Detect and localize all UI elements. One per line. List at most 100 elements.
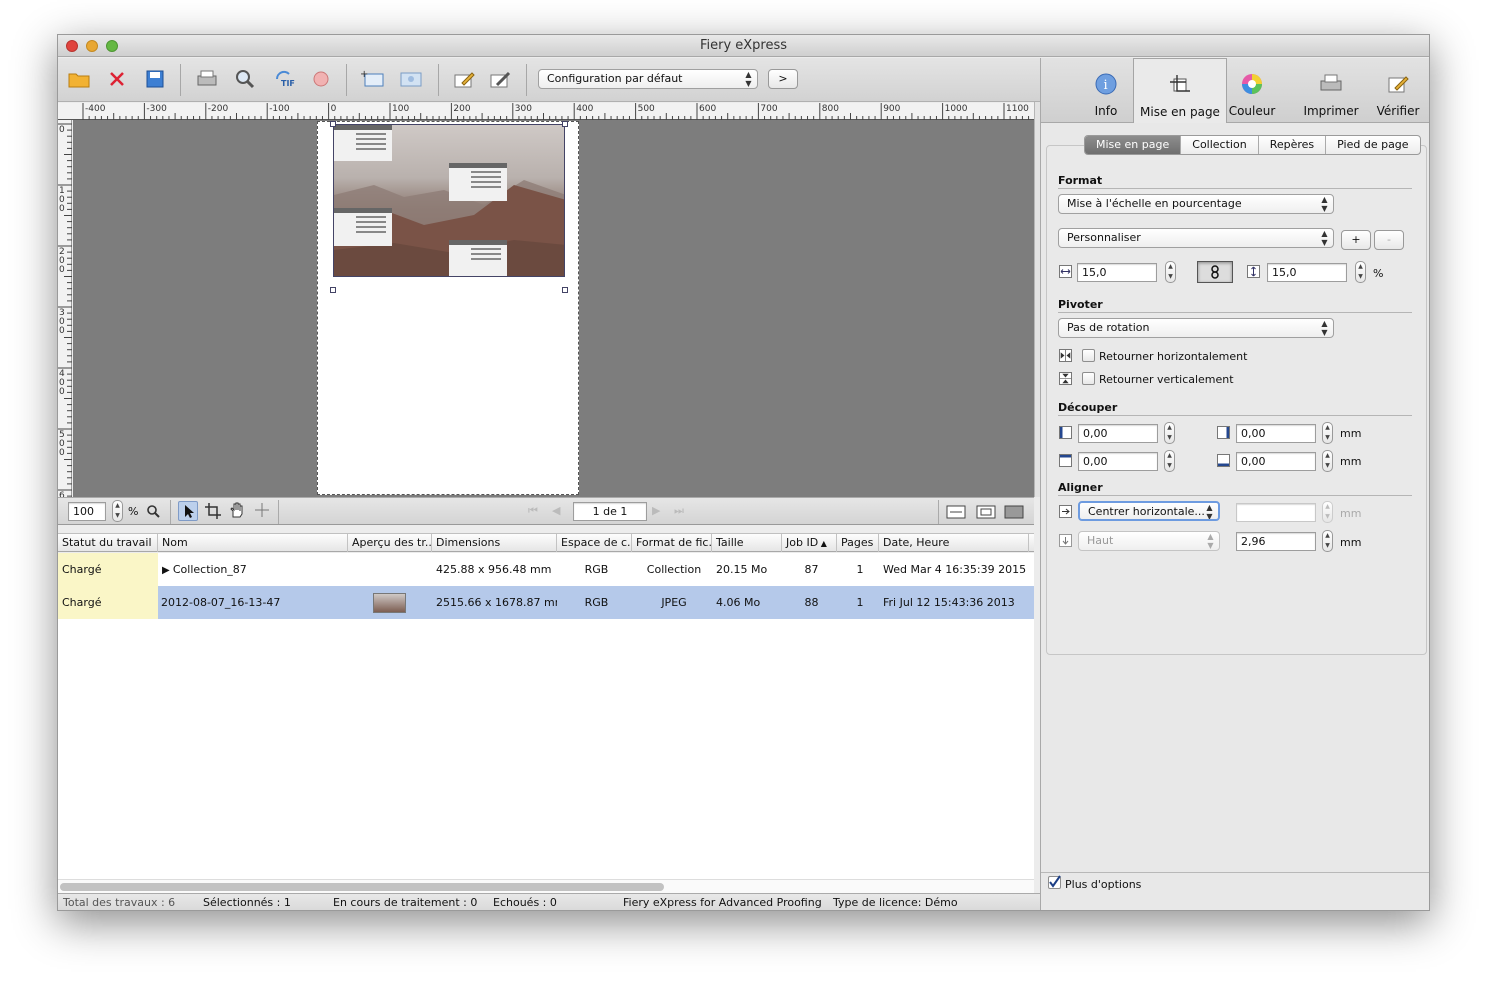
close-window-button[interactable] [66,40,78,52]
add-page-button[interactable]: + [360,66,386,92]
align-vertical-input[interactable]: 2,96 [1236,532,1316,551]
svg-text:i: i [1104,78,1108,93]
more-options-checkbox[interactable] [1048,875,1061,889]
column-header[interactable]: Nom [158,534,348,552]
crop-right-stepper[interactable]: ▲ ▼ [1322,422,1333,444]
tab-imprimer[interactable]: Imprimer [1291,58,1371,123]
resize-handle[interactable] [330,287,336,293]
minimize-window-button[interactable] [86,40,98,52]
subtab-reperes[interactable]: Repères [1259,136,1327,154]
stop-icon [313,71,329,87]
tab-couleur[interactable]: Couleur [1226,58,1278,123]
placed-image[interactable] [333,124,565,277]
resize-handle[interactable] [562,287,568,293]
table-cell: 2515.66 x 1678.87 mm [436,596,557,609]
horizontal-scrollbar[interactable] [58,879,1034,893]
scale-width-stepper[interactable]: ▲ ▼ [1165,261,1176,283]
export-tif-button[interactable]: TIF [272,66,298,92]
vertical-ruler: 0 100 200 300 400 500 6 [58,120,72,501]
crosshair-icon[interactable] [254,502,270,518]
column-header[interactable]: Pages [837,534,879,552]
align-vertical-select[interactable]: Haut ▲ ▼ [1078,531,1220,551]
crop-top-stepper[interactable]: ▲ ▼ [1164,450,1175,472]
subtab-collection[interactable]: Collection [1181,136,1259,154]
flip-horizontal-label: Retourner horizontalement [1099,350,1248,363]
disclosure-triangle-icon[interactable]: ▶ [162,565,173,576]
scale-height-stepper[interactable]: ▲ ▼ [1355,261,1366,283]
flip-vertical-checkbox[interactable] [1082,372,1095,385]
next-page-icon[interactable]: ▶ [652,504,660,517]
pencil-icon [454,72,475,88]
tab-verifier[interactable]: Vérifier [1363,58,1429,123]
table-row[interactable]: Chargé 2012-08-07_16-13-47 2515.66 x 1678.… [58,586,1034,619]
column-header[interactable]: Aperçu des tr... [348,534,432,552]
processing-jobs: En cours de traitement : 0 [333,896,478,909]
save-button[interactable] [142,66,168,92]
first-page-icon[interactable]: ⏮ [528,504,538,518]
fit-width-icon[interactable] [946,504,966,520]
align-horizontal-input[interactable] [1236,503,1316,522]
crop-left-input[interactable]: 0,00 [1078,424,1158,443]
delete-button[interactable] [104,66,130,92]
constrain-proportions-button[interactable] [1197,261,1233,283]
actual-size-icon[interactable] [1004,504,1024,520]
zoom-window-button[interactable] [106,40,118,52]
scale-height-input[interactable]: 15,0 [1267,263,1347,282]
scroll-thumb[interactable] [60,883,664,891]
remove-preset-button[interactable]: - [1374,230,1404,250]
edit-button[interactable] [452,66,478,92]
table-row[interactable]: Chargé ▶ Collection_87 425.88 x 956.48 mm R… [58,553,1034,586]
crop-right-icon [1217,426,1230,439]
preset-select[interactable]: Personnaliser ▲ ▼ [1058,228,1334,248]
column-header[interactable]: Date, Heure [879,534,1029,552]
ruler-label: -100 [269,104,290,114]
crop-bottom-input[interactable]: 0,00 [1236,452,1316,471]
tool-button[interactable] [488,66,514,92]
rotation-select[interactable]: Pas de rotation ▲ ▼ [1058,318,1334,338]
crop-icon[interactable] [204,502,222,520]
subtab-pied-de-page[interactable]: Pied de page [1326,136,1419,154]
zoom-icon[interactable] [146,504,160,518]
scale-width-input[interactable]: 15,0 [1077,263,1157,282]
crop-bottom-stepper[interactable]: ▲ ▼ [1322,450,1333,472]
align-horizontal-stepper[interactable]: ▲ ▼ [1322,501,1333,523]
layout-view-button[interactable] [398,66,424,92]
flip-horizontal-checkbox[interactable] [1082,349,1095,362]
zoom-input[interactable]: 100 [68,502,106,521]
crop-top-input[interactable]: 0,00 [1078,452,1158,471]
ruler-label: 500 [59,430,65,458]
resize-handle[interactable] [330,121,336,127]
prev-page-icon[interactable]: ◀ [552,504,560,517]
page-indicator[interactable]: 1 de 1 [573,502,647,521]
subtab-mise-en-page[interactable]: Mise en page [1085,136,1182,154]
column-header[interactable]: Statut du travail [58,534,158,552]
jobs-table: Chargé ▶ Collection_87 425.88 x 956.48 mm R… [58,553,1034,879]
column-header[interactable]: Espace de c... [557,534,632,552]
preview-button[interactable] [232,66,258,92]
resize-handle[interactable] [562,121,568,127]
hand-icon[interactable] [228,501,246,519]
configuration-select[interactable]: Configuration par défaut ▲ ▼ [538,69,758,89]
open-folder-button[interactable] [66,66,92,92]
column-header[interactable]: Format de fic... [632,534,712,552]
zoom-stepper[interactable]: ▲ ▼ [112,500,123,522]
crop-right-input[interactable]: 0,00 [1236,424,1316,443]
crop-left-stepper[interactable]: ▲ ▼ [1164,422,1175,444]
stop-button[interactable] [308,66,334,92]
add-preset-button[interactable]: + [1341,230,1371,250]
config-go-button[interactable]: > [768,69,798,89]
align-vertical-stepper[interactable]: ▲ ▼ [1322,530,1333,552]
last-page-icon[interactable]: ⏭ [674,504,684,518]
column-header[interactable]: Job ID ▲ [782,534,837,552]
column-header[interactable]: Dimensions [432,534,557,552]
select-tool[interactable] [178,501,198,521]
print-button[interactable] [194,66,220,92]
fit-page-icon[interactable] [976,504,996,520]
scale-mode-select[interactable]: Mise à l'échelle en pourcentage ▲ ▼ [1058,194,1334,214]
app-window: Fiery eXpress TIF + Configuration par dé… [57,34,1430,911]
align-horizontal-select[interactable]: Centrer horizontale... ▲ ▼ [1078,501,1220,521]
status-bar: Total des travaux : 6 Sélectionnés : 1 E… [58,893,1040,910]
tab-info[interactable]: i Info [1071,58,1141,123]
column-header[interactable]: Taille [712,534,782,552]
tab-mise-en-page[interactable]: Mise en page [1133,58,1227,123]
